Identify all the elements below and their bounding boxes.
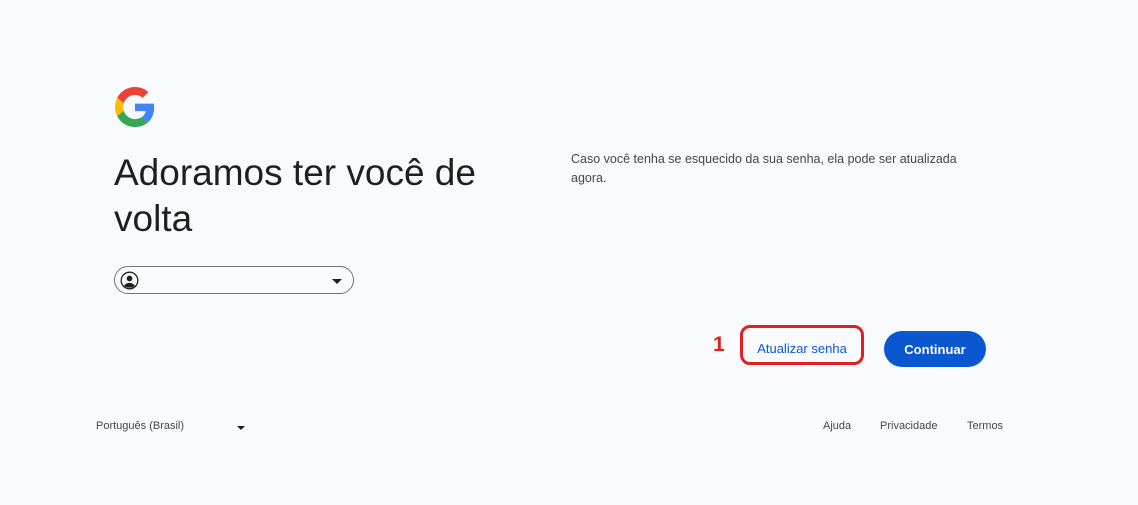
- caret-down-icon: [237, 426, 245, 430]
- terms-link[interactable]: Termos: [967, 420, 1003, 432]
- google-g-icon: [115, 87, 155, 127]
- account-circle-icon: [120, 271, 139, 290]
- language-selector[interactable]: Português (Brasil): [96, 418, 250, 438]
- page-title: Adoramos ter você de volta: [114, 152, 476, 239]
- help-link[interactable]: Ajuda: [823, 420, 851, 432]
- description-text: Caso você tenha se esquecido da sua senh…: [571, 152, 957, 185]
- sign-in-page: Adoramos ter você de volta Caso você ten…: [0, 0, 1138, 505]
- chevron-down-icon: [332, 279, 342, 284]
- footer: Português (Brasil) Ajuda Privacidade Ter…: [0, 418, 1138, 438]
- account-selector[interactable]: [114, 266, 354, 294]
- update-password-button[interactable]: Atualizar senha: [745, 331, 859, 365]
- language-label: Português (Brasil): [96, 420, 185, 432]
- annotation-number: 1: [713, 333, 725, 356]
- continue-button[interactable]: Continuar: [884, 331, 986, 367]
- privacy-link[interactable]: Privacidade: [880, 420, 937, 432]
